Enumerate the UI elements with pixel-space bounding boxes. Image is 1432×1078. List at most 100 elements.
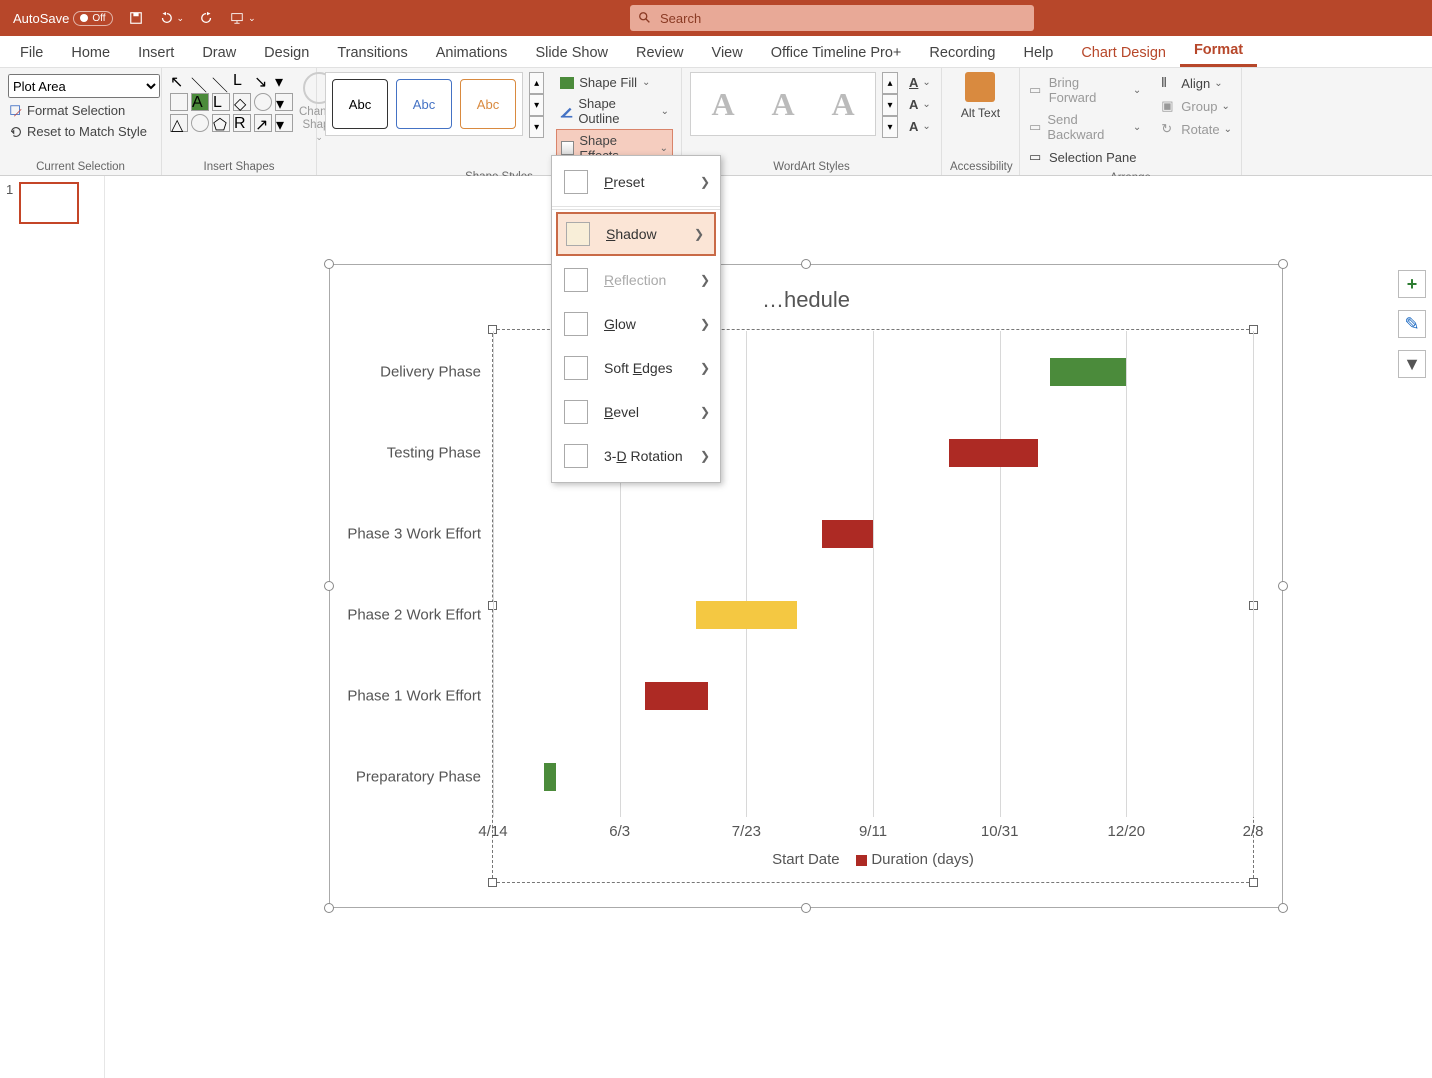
tab-design[interactable]: Design xyxy=(250,39,323,67)
menu-icon xyxy=(564,170,588,194)
menu-icon xyxy=(564,268,588,292)
tab-view[interactable]: View xyxy=(698,39,757,67)
bar-phase-2-work-effort[interactable] xyxy=(696,601,797,629)
text-effects-button[interactable]: A ⌄ xyxy=(908,116,932,137)
tab-animations[interactable]: Animations xyxy=(422,39,522,67)
menu-icon xyxy=(564,312,588,336)
menu-icon xyxy=(564,356,588,380)
effects-menu-preset[interactable]: Preset❯ xyxy=(552,160,720,204)
x-tick: 9/11 xyxy=(859,823,887,840)
slideshow-icon[interactable]: ⌄ xyxy=(225,8,261,28)
group-arrange: ▭Bring Forward ⌄ ▭Send Backward ⌄ ▭Selec… xyxy=(1020,68,1242,175)
effects-menu-glow[interactable]: Glow❯ xyxy=(552,302,720,346)
chart-filter-button[interactable]: ▼ xyxy=(1398,350,1426,378)
effects-menu-shadow[interactable]: Shadow❯ xyxy=(556,212,716,256)
selection-pane-button[interactable]: ▭Selection Pane xyxy=(1028,146,1142,168)
chart-styles-button[interactable]: ✎ xyxy=(1398,310,1426,338)
rotate-icon: ↻ xyxy=(1161,121,1177,137)
shape-style-gallery[interactable]: Abc Abc Abc xyxy=(325,72,523,136)
shape-fill-button[interactable]: Shape Fill ⌄ xyxy=(556,72,673,93)
bring-forward-button: ▭Bring Forward ⌄ xyxy=(1028,72,1142,108)
x-tick: 10/31 xyxy=(981,823,1019,840)
effects-menu-reflection: Reflection❯ xyxy=(552,258,720,302)
rotate-button: ↻Rotate ⌄ xyxy=(1160,118,1233,140)
chart-element-selector[interactable]: Plot Area xyxy=(8,74,160,98)
slide-canvas[interactable]: …hedule Start Date Duration (days) 4/146… xyxy=(105,176,1432,1078)
format-selection-button[interactable]: Format Selection xyxy=(8,100,126,121)
y-category: Phase 1 Work Effort xyxy=(347,687,493,704)
group-label: WordArt Styles xyxy=(690,157,933,173)
alt-text-button[interactable]: Alt Text xyxy=(961,72,1000,120)
effects-menu-soft-edges[interactable]: Soft Edges❯ xyxy=(552,346,720,390)
group-icon: ▣ xyxy=(1161,98,1177,114)
style-preset-1[interactable]: Abc xyxy=(332,79,388,129)
tab-draw[interactable]: Draw xyxy=(188,39,250,67)
shapes-gallery[interactable]: ↖＼＼L↘▾ AL◇▾ △⬠R↗▾ xyxy=(170,72,293,132)
effects-icon xyxy=(561,141,574,155)
bar-preparatory-phase[interactable] xyxy=(544,763,557,791)
wordart-preset-2[interactable]: A xyxy=(757,79,809,129)
tab-format[interactable]: Format xyxy=(1180,36,1257,67)
text-outline-button[interactable]: A ⌄ xyxy=(908,94,932,115)
chart-title[interactable]: …hedule xyxy=(330,287,1282,313)
send-backward-button: ▭Send Backward ⌄ xyxy=(1028,109,1142,145)
undo-icon[interactable]: ⌄ xyxy=(154,8,190,28)
bar-delivery-phase[interactable] xyxy=(1050,358,1126,386)
chart-elements-button[interactable]: + xyxy=(1398,270,1426,298)
style-preset-2[interactable]: Abc xyxy=(396,79,452,129)
tab-insert[interactable]: Insert xyxy=(124,39,188,67)
autosave-toggle[interactable]: AutoSave Off xyxy=(8,8,118,29)
reset-to-match-style-button[interactable]: Reset to Match Style xyxy=(8,121,148,142)
tab-office-timeline-pro-[interactable]: Office Timeline Pro+ xyxy=(757,39,916,67)
tab-transitions[interactable]: Transitions xyxy=(323,39,421,67)
title-bar: AutoSave Off ⌄ ⌄ Presentation1 - PowerPo… xyxy=(0,0,1432,36)
slide-thumb-1[interactable]: 1 xyxy=(6,182,98,224)
x-tick: 2/8 xyxy=(1243,823,1264,840)
x-tick: 4/14 xyxy=(478,823,507,840)
bar-phase-3-work-effort[interactable] xyxy=(822,520,873,548)
effects-menu-bevel[interactable]: Bevel❯ xyxy=(552,390,720,434)
bar-testing-phase[interactable] xyxy=(949,439,1038,467)
format-icon xyxy=(9,104,23,118)
group-label: Accessibility xyxy=(950,157,1011,173)
tab-chart-design[interactable]: Chart Design xyxy=(1067,39,1180,67)
menu-icon xyxy=(566,222,590,246)
y-category: Phase 3 Work Effort xyxy=(347,525,493,542)
tab-recording[interactable]: Recording xyxy=(915,39,1009,67)
fill-icon xyxy=(560,77,574,89)
group-button: ▣Group ⌄ xyxy=(1160,95,1233,117)
quick-access-toolbar: AutoSave Off ⌄ ⌄ xyxy=(0,8,269,29)
slide-preview xyxy=(19,182,79,224)
effects-menu-3-d-rotation[interactable]: 3-D Rotation❯ xyxy=(552,434,720,478)
menu-icon xyxy=(564,400,588,424)
y-category: Testing Phase xyxy=(387,444,493,461)
chart-selection[interactable]: …hedule Start Date Duration (days) 4/146… xyxy=(329,264,1283,908)
text-fill-button[interactable]: A ⌄ xyxy=(908,72,932,93)
redo-icon[interactable] xyxy=(195,8,219,28)
x-tick: 6/3 xyxy=(609,823,630,840)
search-input[interactable]: Search xyxy=(630,5,1034,31)
bring-forward-icon: ▭ xyxy=(1029,82,1045,98)
shape-outline-button[interactable]: Shape Outline ⌄ xyxy=(556,93,673,129)
gallery-spinner[interactable]: ▴▾▾ xyxy=(882,72,898,138)
tab-review[interactable]: Review xyxy=(622,39,698,67)
bar-phase-1-work-effort[interactable] xyxy=(645,682,708,710)
group-accessibility: Alt Text Accessibility xyxy=(942,68,1020,175)
tab-slide-show[interactable]: Slide Show xyxy=(521,39,622,67)
align-icon: ⫴ xyxy=(1161,75,1177,91)
align-button[interactable]: ⫴Align ⌄ xyxy=(1160,72,1233,94)
slide-number: 1 xyxy=(6,182,13,224)
tab-help[interactable]: Help xyxy=(1010,39,1068,67)
x-tick: 12/20 xyxy=(1108,823,1146,840)
style-preset-3[interactable]: Abc xyxy=(460,79,516,129)
wordart-preset-1[interactable]: A xyxy=(697,79,749,129)
save-icon[interactable] xyxy=(124,8,148,28)
wordart-preset-3[interactable]: A xyxy=(817,79,869,129)
tab-home[interactable]: Home xyxy=(57,39,124,67)
y-category: Phase 2 Work Effort xyxy=(347,606,493,623)
wordart-gallery[interactable]: A A A xyxy=(690,72,876,136)
gallery-spinner[interactable]: ▴▾▾ xyxy=(529,72,544,138)
y-category: Delivery Phase xyxy=(380,363,493,380)
ribbon-tabs: FileHomeInsertDrawDesignTransitionsAnima… xyxy=(0,36,1432,68)
tab-file[interactable]: File xyxy=(6,39,57,67)
